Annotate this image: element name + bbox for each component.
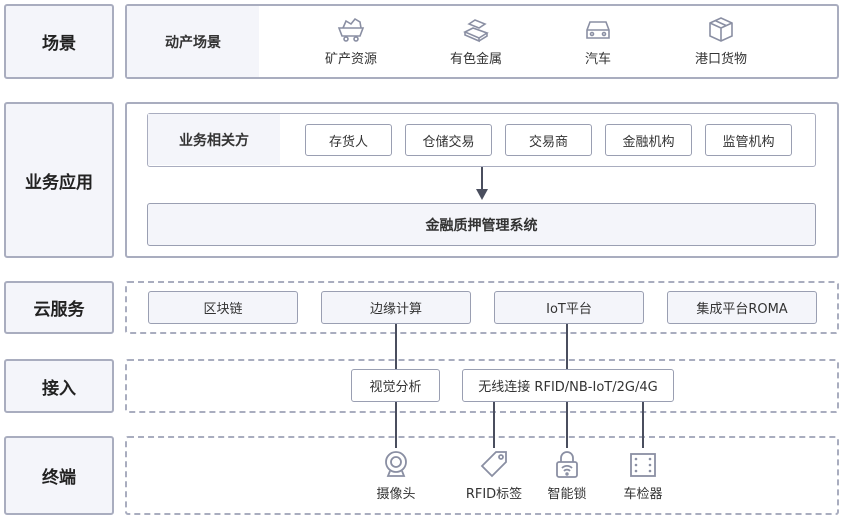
terminal-item-label: 摄像头 (376, 487, 416, 502)
scene-item: 港口货物 (671, 14, 771, 67)
mine-cart-icon (337, 17, 365, 42)
scene-item-label: 汽车 (584, 52, 611, 67)
metal-ingot-icon (463, 19, 489, 43)
terminal-item-label: RFID标签 (465, 487, 523, 502)
scene-title: 动产场景 (127, 6, 259, 77)
cloud-service-box: 集成平台ROMA (667, 291, 817, 324)
layer-label-scene: 场景 (4, 4, 114, 79)
car-icon (586, 21, 610, 39)
scene-item-label: 港口货物 (694, 52, 747, 67)
connector-line (493, 402, 495, 448)
layer-label-terminal: 终端 (4, 436, 114, 515)
connector-line (566, 402, 568, 448)
camera-icon (385, 451, 407, 477)
layer-label-business: 业务应用 (4, 102, 114, 258)
rfid-tag-icon (480, 451, 507, 478)
access-box: 无线连接 RFID/NB-IoT/2G/4G (462, 369, 674, 402)
system-box: 金融质押管理系统 (147, 203, 816, 246)
layer-label-cloud: 云服务 (4, 281, 114, 334)
scene-item: 汽车 (548, 14, 648, 67)
party-box: 仓储交易 (405, 124, 492, 156)
cargo-box-icon (709, 17, 733, 42)
cloud-service-box: IoT平台 (494, 291, 644, 324)
arrow-down-icon (476, 189, 488, 200)
terminal-item: 车检器 (593, 449, 693, 502)
cloud-service-box: 边缘计算 (321, 291, 471, 324)
connector-line (395, 402, 397, 448)
connector-line (566, 324, 568, 369)
connector-line (642, 402, 644, 448)
smart-lock-icon (556, 451, 578, 478)
terminal-item-label: 智能锁 (547, 487, 587, 502)
connector-line (395, 324, 397, 369)
arrow-line (481, 167, 483, 191)
parties-title: 业务相关方 (148, 114, 280, 165)
scene-item-label: 矿产资源 (324, 52, 377, 67)
vehicle-detector-icon (630, 453, 656, 477)
scene-item-label: 有色金属 (449, 52, 502, 67)
scene-item: 矿产资源 (301, 14, 401, 67)
party-box: 监管机构 (705, 124, 792, 156)
party-box: 金融机构 (605, 124, 692, 156)
terminal-item: 摄像头 (346, 449, 446, 502)
cloud-service-box: 区块链 (148, 291, 298, 324)
scene-item: 有色金属 (426, 14, 526, 67)
party-box: 存货人 (305, 124, 392, 156)
party-box: 交易商 (505, 124, 592, 156)
layer-label-access: 接入 (4, 359, 114, 413)
access-box: 视觉分析 (351, 369, 440, 402)
terminal-item-label: 车检器 (623, 487, 663, 502)
